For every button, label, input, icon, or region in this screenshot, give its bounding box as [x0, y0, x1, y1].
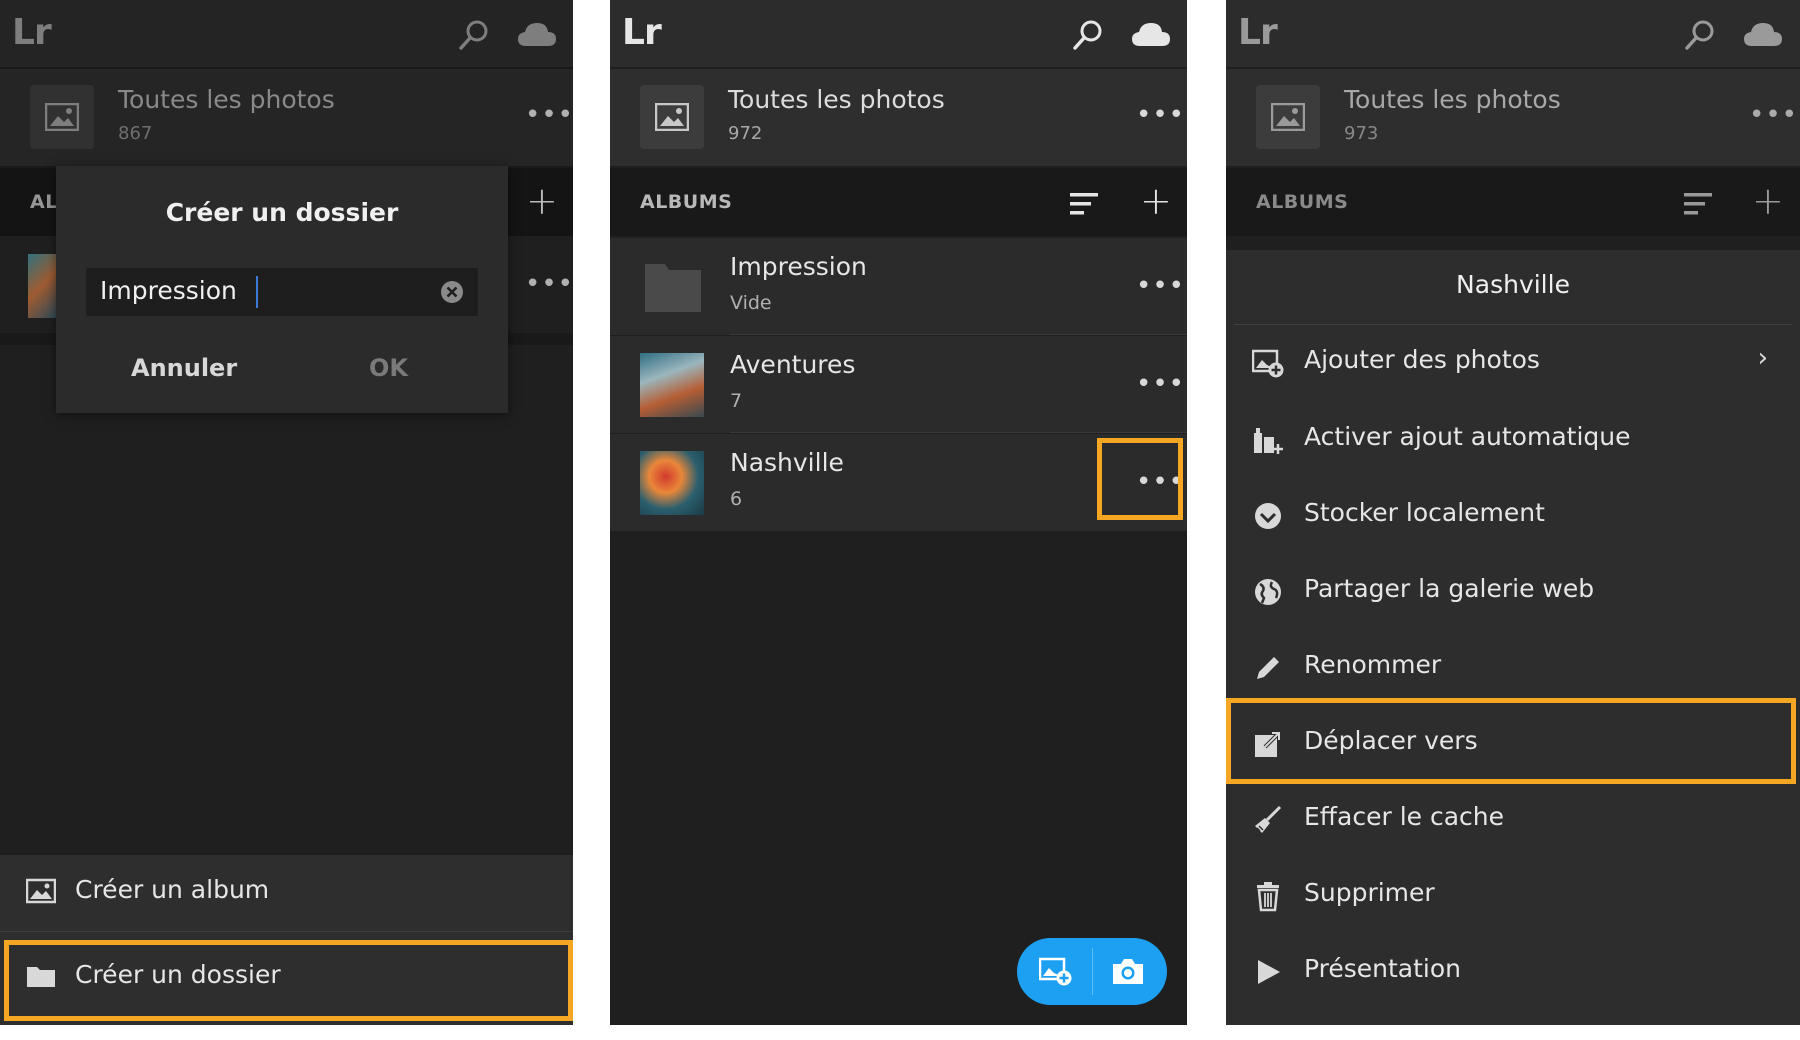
all-photos-title: Toutes les photos — [728, 85, 945, 114]
album-thumbnail — [640, 451, 704, 515]
clear-input-icon[interactable] — [440, 280, 464, 304]
play-icon — [1258, 960, 1280, 984]
menu-item-rename[interactable]: Renommer — [1226, 630, 1800, 706]
lightroom-logo: Lr — [1238, 12, 1278, 53]
panel-create-folder: Lr Toutes les photos 867 ••• ALI + ••• C… — [0, 0, 573, 1025]
top-bar: Lr — [1226, 0, 1800, 67]
camera-icon[interactable] — [1111, 956, 1145, 986]
album-title: Impression — [730, 252, 867, 281]
albums-label: ALBUMS — [640, 191, 733, 213]
menu-item-store-locally[interactable]: Stocker localement — [1226, 478, 1800, 554]
panel-album-menu: Lr Toutes les photos 973 ••• ALBUMS + Na… — [1226, 0, 1800, 1025]
highlight-box — [4, 940, 573, 1021]
panel-albums-list: Lr Toutes les photos 972 ••• ALBUMS + Im… — [610, 0, 1187, 1025]
top-bar: Lr — [610, 0, 1187, 67]
menu-item-delete[interactable]: Supprimer — [1226, 858, 1800, 934]
albums-header: ALBUMS + — [1226, 168, 1800, 236]
all-photos-title: Toutes les photos — [1344, 85, 1561, 114]
menu-item-clear-cache[interactable]: Effacer le cache — [1226, 782, 1800, 858]
albums-label: ALBUMS — [1256, 191, 1349, 213]
folder-icon — [645, 264, 701, 312]
album-title: Nashville — [730, 448, 844, 477]
menu-item-label: Stocker localement — [1304, 498, 1545, 527]
trash-icon — [1257, 882, 1279, 912]
cloud-icon[interactable] — [1131, 20, 1171, 48]
auto-add-icon — [1254, 428, 1283, 454]
menu-title: Nashville — [1456, 270, 1570, 299]
sort-icon[interactable] — [1684, 192, 1712, 216]
all-photos-thumbnail — [1256, 85, 1320, 149]
sort-icon[interactable] — [1070, 192, 1098, 216]
folder-name-value: Impression — [100, 276, 237, 305]
folder-name-input[interactable]: Impression — [86, 268, 478, 316]
all-photos-row[interactable]: Toutes les photos 972 ••• — [610, 69, 1187, 166]
download-check-icon — [1255, 503, 1281, 529]
album-context-menu: Nashville Ajouter des photos › Activer a… — [1226, 250, 1800, 1025]
menu-item-share-web[interactable]: Partager la galerie web — [1226, 554, 1800, 630]
globe-icon — [1255, 579, 1281, 605]
menu-item-slideshow[interactable]: Présentation — [1226, 934, 1800, 1010]
albums-header: ALBUMS + — [610, 168, 1187, 236]
all-photos-count: 973 — [1344, 123, 1379, 144]
search-icon[interactable] — [1071, 18, 1105, 52]
menu-item-auto-add[interactable]: Activer ajout automatique — [1226, 402, 1800, 478]
more-options-icon[interactable]: ••• — [1136, 273, 1185, 299]
all-photos-count: 972 — [728, 123, 763, 144]
menu-item-label: Partager la galerie web — [1304, 574, 1595, 603]
album-subtitle: 6 — [730, 488, 743, 510]
create-folder-dialog: Créer un dossier Impression Annuler OK — [56, 166, 508, 413]
album-row-aventures[interactable]: Aventures 7 ••• — [610, 336, 1187, 433]
create-album-item[interactable]: Créer un album — [0, 855, 573, 931]
album-subtitle: 7 — [730, 390, 743, 412]
image-icon — [1271, 103, 1305, 131]
all-photos-thumbnail — [640, 85, 704, 149]
menu-item-label: Activer ajout automatique — [1304, 422, 1631, 451]
menu-item-label: Supprimer — [1304, 878, 1435, 907]
album-row-impression[interactable]: Impression Vide ••• — [610, 238, 1187, 335]
highlight-box — [1097, 438, 1183, 520]
divider — [730, 432, 1187, 433]
album-title: Aventures — [730, 350, 856, 379]
menu-item-label: Présentation — [1304, 954, 1462, 983]
menu-item-label: Ajouter des photos — [1304, 345, 1540, 374]
cancel-button[interactable]: Annuler — [131, 354, 237, 382]
add-photos-icon — [1252, 349, 1284, 378]
add-icon[interactable]: + — [1752, 182, 1784, 220]
highlight-box — [1226, 698, 1796, 784]
dialog-title: Créer un dossier — [165, 198, 399, 227]
chevron-right-icon: › — [1757, 343, 1768, 373]
album-icon — [26, 878, 56, 904]
add-photo-icon[interactable] — [1039, 956, 1073, 986]
album-thumbnail — [640, 353, 704, 417]
all-photos-row[interactable]: Toutes les photos 973 ••• — [1226, 69, 1800, 166]
more-options-icon[interactable]: ••• — [1136, 102, 1185, 128]
menu-item-label: Effacer le cache — [1304, 802, 1504, 831]
album-subtitle: Vide — [730, 292, 772, 314]
menu-item-label: Renommer — [1304, 650, 1442, 679]
divider — [1092, 948, 1093, 995]
ok-button[interactable]: OK — [369, 354, 408, 382]
divider — [0, 931, 573, 932]
text-caret — [256, 276, 258, 308]
more-options-icon[interactable]: ••• — [1136, 371, 1185, 397]
divider — [730, 334, 1187, 335]
create-album-label: Créer un album — [75, 875, 270, 904]
lightroom-logo: Lr — [622, 12, 662, 53]
more-options-icon[interactable]: ••• — [1749, 102, 1798, 128]
floating-action-button — [1017, 938, 1167, 1005]
cloud-icon[interactable] — [1743, 20, 1783, 48]
menu-item-add-photos[interactable]: Ajouter des photos › — [1226, 325, 1800, 401]
pencil-icon — [1257, 657, 1279, 679]
broom-icon — [1255, 805, 1282, 833]
add-icon[interactable]: + — [1140, 182, 1172, 220]
image-icon — [655, 103, 689, 131]
search-icon[interactable] — [1683, 18, 1717, 52]
